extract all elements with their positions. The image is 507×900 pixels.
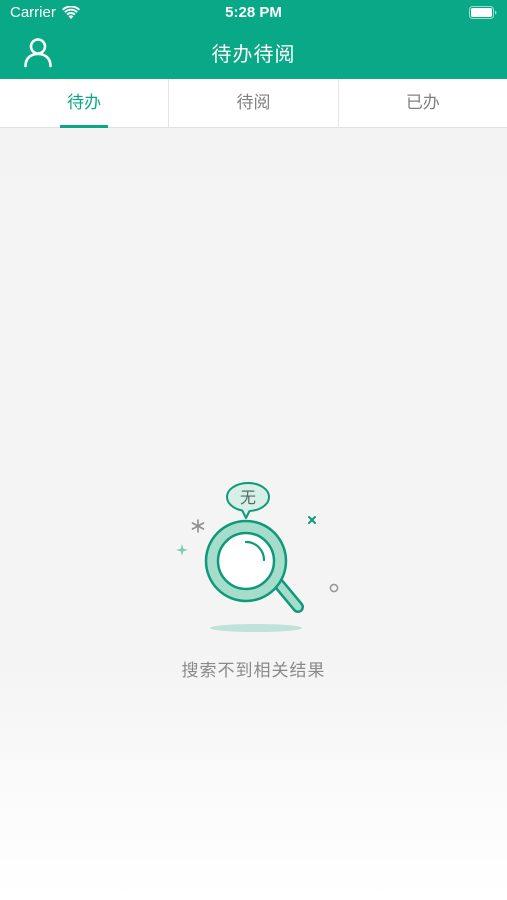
speech-bubble-icon: 无 xyxy=(226,482,270,519)
tab-done-label: 已办 xyxy=(405,93,440,113)
sparkle-plus-icon xyxy=(176,544,188,556)
empty-state: 无 搜索不到相关结果 xyxy=(0,470,507,700)
status-time: 5:28 PM xyxy=(225,4,282,21)
tab-todo[interactable]: 待办 xyxy=(0,79,168,128)
tab-to-read[interactable]: 待阅 xyxy=(168,79,337,127)
header: Carrier 5:28 PM 待办待阅 xyxy=(0,0,507,79)
navigation-bar: 待办待阅 xyxy=(0,26,507,79)
status-bar: Carrier 5:28 PM xyxy=(0,0,507,26)
magnifier-icon xyxy=(204,519,304,613)
sparkle-cross-icon xyxy=(308,516,316,524)
battery-icon xyxy=(469,6,497,23)
empty-search-illustration: 无 xyxy=(176,482,339,632)
active-tab-indicator xyxy=(60,125,109,128)
tab-todo-label: 待办 xyxy=(67,93,102,113)
illustration-shadow xyxy=(210,624,302,632)
bubble-text: 无 xyxy=(240,488,256,507)
empty-message: 搜索不到相关结果 xyxy=(181,661,326,681)
sparkle-asterisk-icon xyxy=(191,519,205,533)
sparkle-circle-icon xyxy=(329,583,339,593)
page-title: 待办待阅 xyxy=(211,42,296,66)
tab-to-read-label: 待阅 xyxy=(236,93,271,113)
tab-done[interactable]: 已办 xyxy=(337,79,507,127)
tab-bar: 待办 待阅 已办 xyxy=(0,79,507,128)
